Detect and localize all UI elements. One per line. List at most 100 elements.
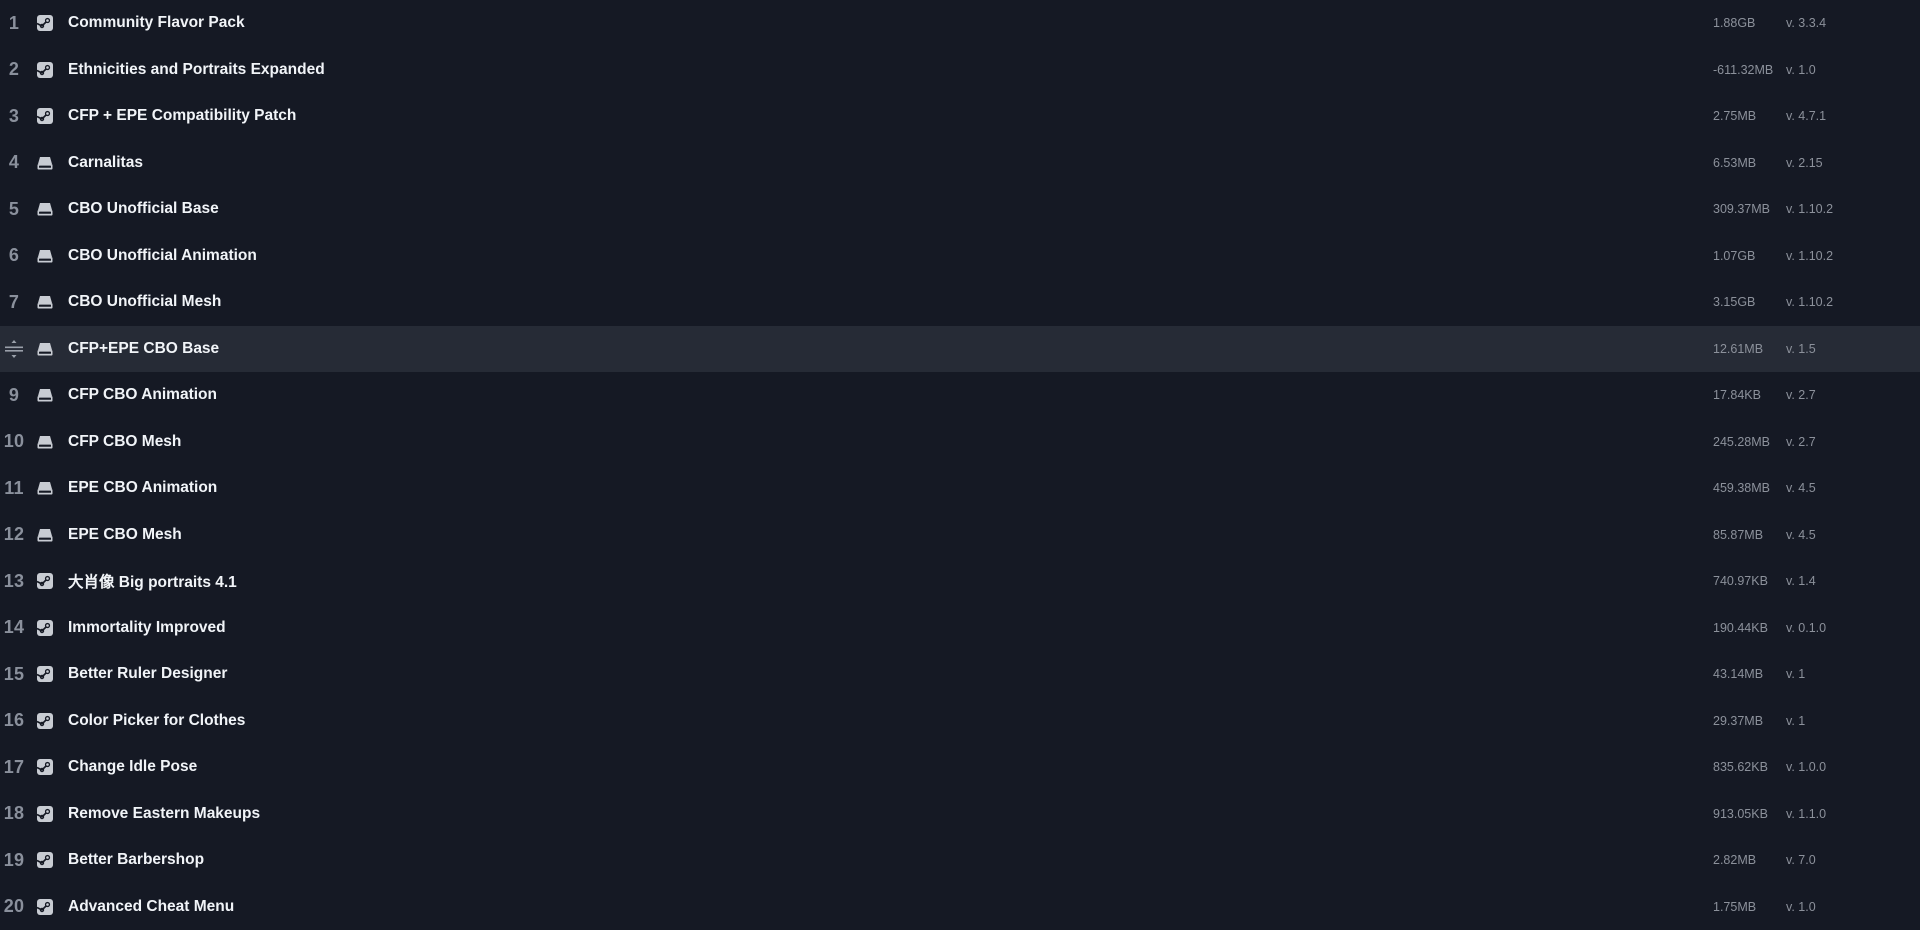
mod-version: v. 2.7 xyxy=(1786,372,1816,419)
mod-index: 10 xyxy=(0,419,28,466)
local-drive-icon xyxy=(36,433,54,451)
mod-name: Remove Eastern Makeups xyxy=(68,791,260,838)
local-drive-icon xyxy=(36,293,54,311)
mod-name: Better Barbershop xyxy=(68,837,204,884)
steam-icon xyxy=(36,665,54,683)
mod-row[interactable]: 4 Carnalitas 6.53MB v. 2.15 xyxy=(0,140,1920,187)
mod-size: 43.14MB xyxy=(1713,651,1763,698)
mod-name: EPE CBO Animation xyxy=(68,465,217,512)
mod-row[interactable]: 10 CFP CBO Mesh 245.28MB v. 2.7 xyxy=(0,419,1920,466)
mod-index: 9 xyxy=(0,372,28,419)
mod-index: 17 xyxy=(0,744,28,791)
mod-row[interactable]: 18 Remove Eastern Makeups 913.05KB v. 1.… xyxy=(0,791,1920,838)
mod-version: v. 2.7 xyxy=(1786,419,1816,466)
mod-index: 1 xyxy=(0,0,28,47)
mod-version: v. 3.3.4 xyxy=(1786,0,1826,47)
mod-row[interactable]: 6 CBO Unofficial Animation 1.07GB v. 1.1… xyxy=(0,233,1920,280)
mod-size: 85.87MB xyxy=(1713,512,1763,559)
mod-size: 190.44KB xyxy=(1713,605,1768,652)
local-drive-icon xyxy=(36,247,54,265)
local-drive-icon xyxy=(36,479,54,497)
drag-handle-icon[interactable] xyxy=(0,326,28,373)
mod-name: Carnalitas xyxy=(68,140,143,187)
mod-row[interactable]: 3 CFP + EPE Compatibility Patch 2.75MB v… xyxy=(0,93,1920,140)
mod-row[interactable]: 2 Ethnicities and Portraits Expanded -61… xyxy=(0,47,1920,94)
steam-icon xyxy=(36,619,54,637)
mod-index: 14 xyxy=(0,605,28,652)
mod-version: v. 7.0 xyxy=(1786,837,1816,884)
mod-version: v. 1 xyxy=(1786,651,1805,698)
local-drive-icon xyxy=(36,526,54,544)
mod-row[interactable]: 14 Immortality Improved 190.44KB v. 0.1.… xyxy=(0,605,1920,652)
steam-icon xyxy=(36,14,54,32)
mod-index: 19 xyxy=(0,837,28,884)
mod-row[interactable]: 7 CBO Unofficial Mesh 3.15GB v. 1.10.2 xyxy=(0,279,1920,326)
steam-icon xyxy=(36,758,54,776)
mod-row[interactable]: 5 CBO Unofficial Base 309.37MB v. 1.10.2 xyxy=(0,186,1920,233)
mod-row[interactable]: 11 EPE CBO Animation 459.38MB v. 4.5 xyxy=(0,465,1920,512)
steam-icon xyxy=(36,61,54,79)
mod-name: CFP CBO Mesh xyxy=(68,419,181,466)
mod-version: v. 1.5 xyxy=(1786,326,1816,373)
mod-size: 3.15GB xyxy=(1713,279,1755,326)
mod-size: 29.37MB xyxy=(1713,698,1763,745)
mod-index: 13 xyxy=(0,558,28,605)
mod-size: 740.97KB xyxy=(1713,558,1768,605)
mod-index: 20 xyxy=(0,884,28,930)
mod-version: v. 4.5 xyxy=(1786,465,1816,512)
mod-row[interactable]: 19 Better Barbershop 2.82MB v. 7.0 xyxy=(0,837,1920,884)
mod-row[interactable]: 15 Better Ruler Designer 43.14MB v. 1 xyxy=(0,651,1920,698)
mod-size: 309.37MB xyxy=(1713,186,1770,233)
mod-version: v. 1.4 xyxy=(1786,558,1816,605)
mod-index: 6 xyxy=(0,233,28,280)
mod-index: 2 xyxy=(0,47,28,94)
steam-icon xyxy=(36,898,54,916)
mod-version: v. 1.1.0 xyxy=(1786,791,1826,838)
mod-name: Better Ruler Designer xyxy=(68,651,227,698)
mod-index: 11 xyxy=(0,465,28,512)
mod-row[interactable]: 12 EPE CBO Mesh 85.87MB v. 4.5 xyxy=(0,512,1920,559)
mod-version: v. 1.10.2 xyxy=(1786,279,1833,326)
mod-row[interactable]: 20 Advanced Cheat Menu 1.75MB v. 1.0 xyxy=(0,884,1920,930)
steam-icon xyxy=(36,851,54,869)
mod-size: 459.38MB xyxy=(1713,465,1770,512)
mod-row[interactable]: 13 大肖像 Big portraits 4.1 740.97KB v. 1.4 xyxy=(0,558,1920,605)
mod-index: 3 xyxy=(0,93,28,140)
mod-index: 7 xyxy=(0,279,28,326)
mod-name: CBO Unofficial Mesh xyxy=(68,279,221,326)
mod-size: 2.82MB xyxy=(1713,837,1756,884)
mod-version: v. 1.10.2 xyxy=(1786,186,1833,233)
mod-version: v. 1 xyxy=(1786,698,1805,745)
mod-index: 5 xyxy=(0,186,28,233)
mod-row[interactable]: 1 Community Flavor Pack 1.88GB v. 3.3.4 xyxy=(0,0,1920,47)
mod-name: Advanced Cheat Menu xyxy=(68,884,234,930)
mod-index: 16 xyxy=(0,698,28,745)
mod-row[interactable]: CFP+EPE CBO Base 12.61MB v. 1.5 xyxy=(0,326,1920,373)
mod-name: CBO Unofficial Animation xyxy=(68,233,257,280)
mod-name: Ethnicities and Portraits Expanded xyxy=(68,47,325,94)
mod-version: v. 4.7.1 xyxy=(1786,93,1826,140)
steam-icon xyxy=(36,805,54,823)
mod-size: 2.75MB xyxy=(1713,93,1756,140)
mod-row[interactable]: 9 CFP CBO Animation 17.84KB v. 2.7 xyxy=(0,372,1920,419)
mod-size: 12.61MB xyxy=(1713,326,1763,373)
steam-icon xyxy=(36,107,54,125)
mod-version: v. 2.15 xyxy=(1786,140,1823,187)
steam-icon xyxy=(36,712,54,730)
mod-row[interactable]: 16 Color Picker for Clothes 29.37MB v. 1 xyxy=(0,698,1920,745)
mod-size: -611.32MB xyxy=(1713,47,1773,94)
local-drive-icon xyxy=(36,154,54,172)
mod-name: CBO Unofficial Base xyxy=(68,186,219,233)
mod-list: 1 Community Flavor Pack 1.88GB v. 3.3.4 … xyxy=(0,0,1920,929)
local-drive-icon xyxy=(36,200,54,218)
mod-version: v. 0.1.0 xyxy=(1786,605,1826,652)
mod-name: Change Idle Pose xyxy=(68,744,197,791)
mod-version: v. 1.0.0 xyxy=(1786,744,1826,791)
mod-size: 1.75MB xyxy=(1713,884,1756,930)
mod-size: 1.07GB xyxy=(1713,233,1755,280)
mod-size: 6.53MB xyxy=(1713,140,1756,187)
mod-size: 913.05KB xyxy=(1713,791,1768,838)
mod-row[interactable]: 17 Change Idle Pose 835.62KB v. 1.0.0 xyxy=(0,744,1920,791)
mod-index: 15 xyxy=(0,651,28,698)
mod-version: v. 4.5 xyxy=(1786,512,1816,559)
